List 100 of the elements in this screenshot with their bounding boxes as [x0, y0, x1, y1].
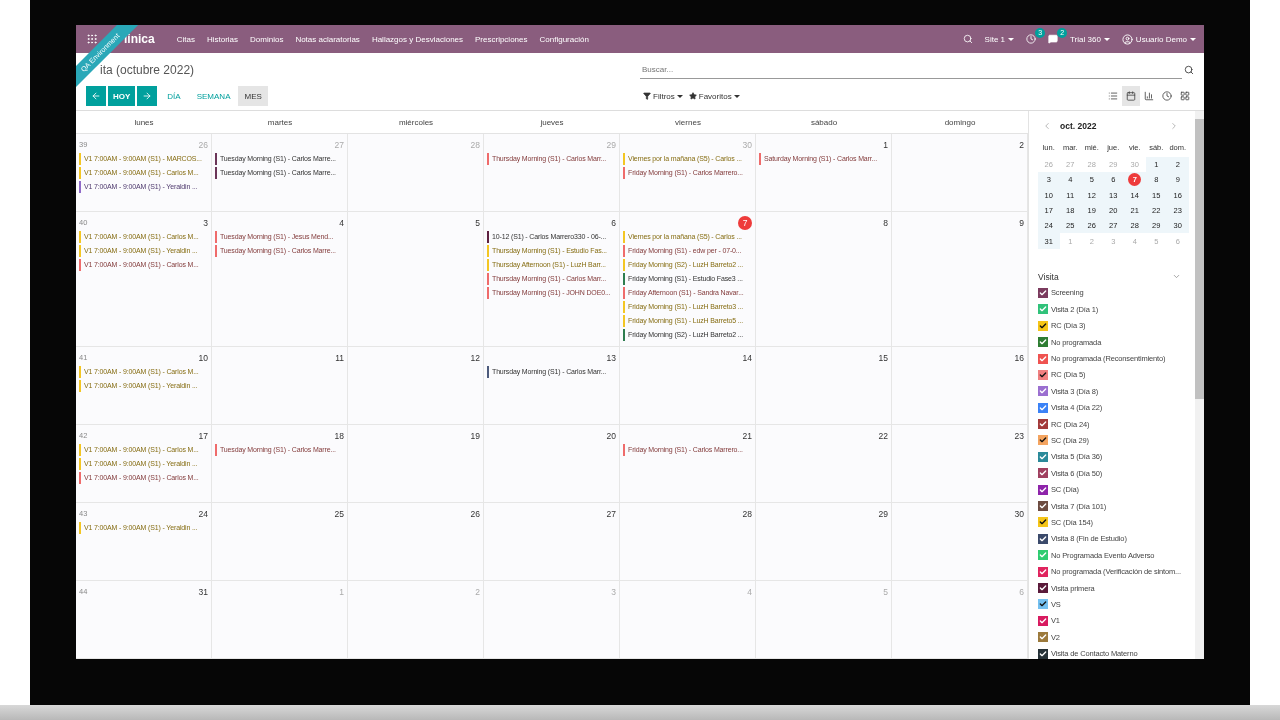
menu-item[interactable]: Historias: [206, 34, 239, 44]
chat-icon[interactable]: [1048, 34, 1059, 44]
menu-item[interactable]: Hallazgos y Desviaciones: [371, 34, 464, 44]
day-cell[interactable]: 23: [892, 425, 1028, 502]
app-logo: linica: [124, 32, 155, 46]
day-number: 22: [878, 429, 888, 443]
filter-checkbox[interactable]: [1038, 501, 1048, 512]
calendar-icon: [1126, 91, 1136, 101]
day-cell[interactable]: 5: [348, 212, 484, 346]
day-cell[interactable]: 12: [348, 347, 484, 424]
day-number: 9: [1019, 216, 1024, 230]
user-menu[interactable]: Usuario Demo: [1121, 33, 1196, 45]
day-number: 1: [883, 138, 888, 152]
day-number: 8: [883, 216, 888, 230]
day-cell[interactable]: 9: [892, 212, 1028, 346]
filter-checkbox[interactable]: [1038, 451, 1048, 462]
day-cell[interactable]: 16: [892, 347, 1028, 424]
bar-chart-icon: [1144, 91, 1154, 101]
scrollbar[interactable]: [1195, 111, 1204, 659]
search-field[interactable]: Buscar...: [640, 61, 1182, 79]
list-icon: [1108, 91, 1118, 101]
filter-checkbox[interactable]: [1038, 533, 1048, 544]
day-number: 3: [203, 216, 208, 230]
menu-item[interactable]: Citas: [176, 34, 195, 44]
filter-checkbox[interactable]: [1038, 632, 1048, 643]
grid-icon: [1180, 91, 1190, 101]
day-number: 14: [742, 351, 752, 365]
filter-checkbox[interactable]: [1038, 304, 1048, 315]
search-icon[interactable]: [1184, 65, 1194, 75]
day-cell[interactable]: 2: [892, 134, 1028, 211]
day-number: 7: [738, 215, 752, 230]
filter-checkbox[interactable]: [1038, 435, 1048, 446]
company-dropdown[interactable]: Trial 360: [1070, 34, 1110, 44]
day-number: 29: [878, 507, 888, 521]
day-number: 12: [470, 351, 480, 365]
day-number: 4: [747, 585, 752, 599]
filter-checkbox[interactable]: [1038, 599, 1048, 610]
menu-item[interactable]: Dominios: [250, 34, 284, 44]
day-cell[interactable]: 29: [756, 503, 892, 580]
day-cell[interactable]: 14: [620, 347, 756, 424]
filter-checkbox[interactable]: [1038, 369, 1048, 380]
day-cell[interactable]: 8: [756, 212, 892, 346]
scrollbar-thumb[interactable]: [1195, 119, 1204, 399]
day-number: 2: [475, 585, 480, 599]
menu-item[interactable]: Configuración: [539, 34, 589, 44]
caret-icon: [1190, 37, 1196, 41]
day-number: 10: [198, 351, 208, 365]
day-cell[interactable]: 22: [756, 425, 892, 502]
day-number: 24: [198, 507, 208, 521]
day-cell[interactable]: 25: [212, 503, 348, 580]
day-number: 28: [742, 507, 752, 521]
filter-checkbox[interactable]: [1038, 484, 1048, 495]
filter-checkbox[interactable]: [1038, 468, 1048, 479]
day-cell[interactable]: 20: [484, 425, 620, 502]
next-button[interactable]: [137, 86, 158, 106]
filter-checkbox[interactable]: [1038, 337, 1048, 348]
filter-checkbox[interactable]: [1038, 287, 1048, 298]
day-cell[interactable]: 26: [348, 503, 484, 580]
day-cell[interactable]: 15: [756, 347, 892, 424]
day-cell[interactable]: 27: [484, 503, 620, 580]
day-cell[interactable]: [620, 212, 756, 346]
filter-checkbox[interactable]: [1038, 550, 1048, 561]
filter-checkbox[interactable]: [1038, 615, 1048, 626]
filter-title: Visita: [1038, 271, 1059, 282]
day-number: 19: [470, 429, 480, 443]
filter-checkbox[interactable]: [1038, 419, 1048, 430]
day-number: 25: [334, 507, 344, 521]
day-cell[interactable]: 11: [212, 347, 348, 424]
filter-checkbox[interactable]: [1038, 353, 1048, 364]
menu-item[interactable]: Prescripciones: [475, 34, 528, 44]
avatar-icon: [1121, 33, 1133, 45]
day-cell[interactable]: 28: [620, 503, 756, 580]
filter-checkbox[interactable]: [1038, 386, 1048, 397]
weekday-header: martes: [266, 116, 294, 129]
day-number: 2: [1019, 138, 1024, 152]
day-number: 6: [611, 216, 616, 230]
day-number: 27: [606, 507, 616, 521]
day-number: 5: [475, 216, 480, 230]
day-number: 1: [339, 585, 344, 599]
site-dropdown[interactable]: Site 1: [984, 34, 1015, 44]
favorites-dropdown[interactable]: Favoritos: [685, 91, 743, 101]
day-number: 30: [742, 138, 752, 152]
filters-dropdown[interactable]: Filtros: [640, 91, 686, 101]
filter-checkbox[interactable]: [1038, 402, 1048, 413]
menu-item[interactable]: Notas aclaratorias: [295, 34, 360, 44]
filter-checkbox[interactable]: [1038, 566, 1048, 577]
day-cell[interactable]: 30: [892, 503, 1028, 580]
view-switch-button[interactable]: [1122, 86, 1140, 106]
activity-icon[interactable]: [1026, 34, 1037, 44]
filter-checkbox[interactable]: [1038, 648, 1048, 659]
weekday-header: miércoles: [397, 116, 435, 129]
search-icon[interactable]: [962, 34, 973, 44]
day-cell[interactable]: 19: [348, 425, 484, 502]
day-number: 23: [1014, 429, 1024, 443]
scale-tab[interactable]: MES: [238, 86, 268, 106]
day-number: 30: [1014, 507, 1024, 521]
arrow-left-icon: [91, 91, 101, 101]
weekday-header: jueves: [539, 116, 565, 129]
filter-checkbox[interactable]: [1038, 583, 1048, 593]
weekday-header: domingo: [943, 116, 977, 129]
